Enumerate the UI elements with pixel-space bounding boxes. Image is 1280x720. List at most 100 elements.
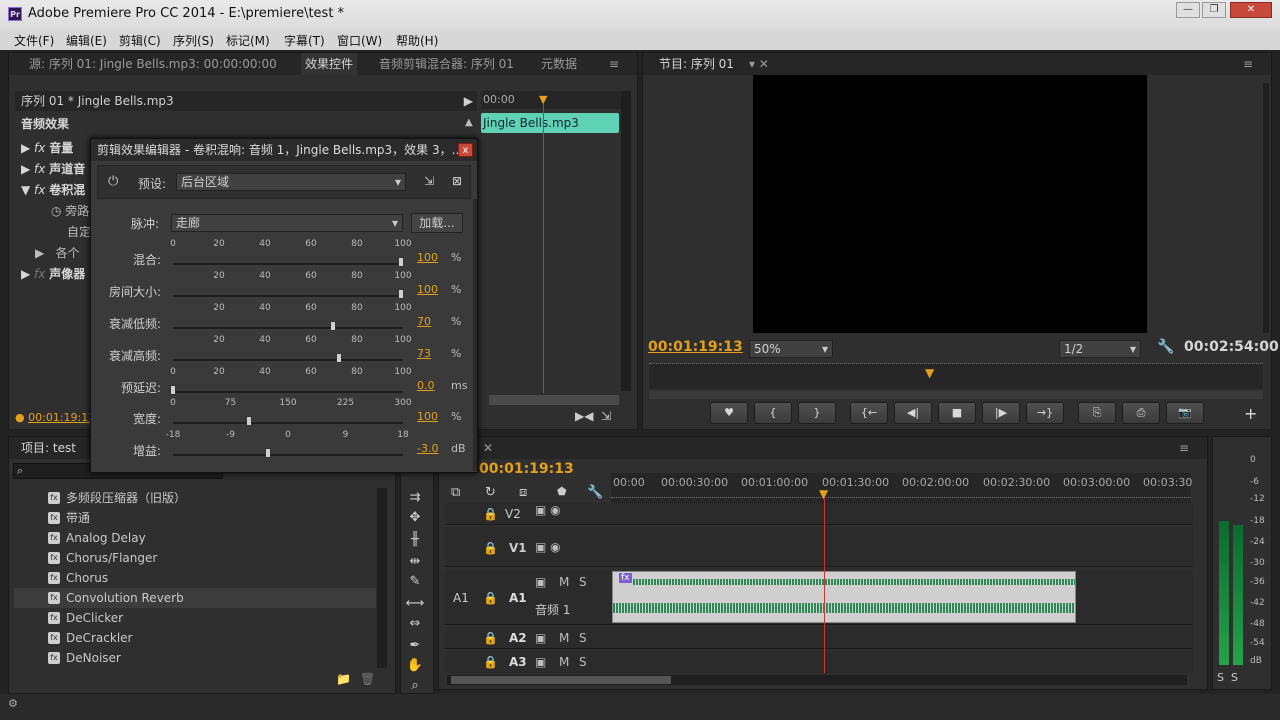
marker-icon[interactable]: ⬟ bbox=[557, 485, 567, 498]
program-playhead-icon[interactable]: ▼ bbox=[925, 366, 934, 380]
tab-audio-clip-mixer[interactable]: 音频剪辑混合器: 序列 01 bbox=[375, 53, 518, 75]
solo-right[interactable]: S bbox=[1231, 671, 1238, 684]
rolling-edit-tool-icon[interactable]: ╫ bbox=[404, 530, 426, 550]
list-item[interactable]: fx Analog Delay bbox=[14, 528, 376, 548]
collapse-icon[interactable]: ▲ bbox=[465, 117, 473, 128]
audio-only-icon[interactable]: ▶◀ bbox=[575, 409, 593, 423]
zoom-tool-icon[interactable]: ⌕ bbox=[404, 676, 426, 696]
dialog-title[interactable]: 剪辑效果编辑器 - 卷积混响: 音频 1，Jingle Bells.mp3，效果… bbox=[91, 139, 477, 161]
pre-delay-value[interactable]: 0.0 bbox=[417, 379, 435, 392]
solo-button[interactable]: S bbox=[579, 575, 587, 589]
mute-button[interactable]: M bbox=[559, 655, 569, 669]
lock-icon[interactable]: 🔒 bbox=[483, 591, 498, 605]
room-size-track[interactable] bbox=[173, 295, 403, 297]
room-size-thumb[interactable] bbox=[398, 289, 404, 299]
program-menu-icon[interactable]: ≡ bbox=[1239, 53, 1257, 75]
source-patch-a1[interactable]: A1 bbox=[453, 591, 469, 605]
menu-title[interactable]: 字幕(T) bbox=[284, 32, 325, 49]
mix-value[interactable]: 100 bbox=[417, 251, 438, 264]
gain-value[interactable]: -3.0 bbox=[417, 442, 438, 455]
preset-select[interactable]: 后台区域 bbox=[176, 173, 406, 191]
damping-hf-track[interactable] bbox=[173, 359, 403, 361]
play-triangle-icon[interactable]: ▶ bbox=[464, 91, 473, 111]
menu-edit[interactable]: 编辑(E) bbox=[66, 32, 107, 49]
razor-tool-icon[interactable]: ✎ bbox=[404, 572, 426, 592]
lock-icon[interactable]: 🔒 bbox=[483, 655, 498, 669]
trash-icon[interactable]: 🗑 bbox=[360, 672, 375, 686]
menu-sequence[interactable]: 序列(S) bbox=[173, 32, 214, 49]
list-item[interactable]: fx 多频段压缩器（旧版） bbox=[14, 488, 376, 508]
delete-preset-icon[interactable]: ⊠ bbox=[452, 174, 462, 188]
effect-item-volume[interactable]: ▶ fx 音量 bbox=[21, 139, 101, 160]
pen-tool-icon[interactable]: ✒ bbox=[404, 636, 426, 656]
lift-button[interactable]: ⎘ bbox=[1078, 402, 1116, 424]
solo-button[interactable]: S bbox=[579, 631, 587, 645]
program-dropdown-icon[interactable]: ▾ ✕ bbox=[745, 53, 773, 75]
list-item[interactable]: fx DeClicker bbox=[14, 608, 376, 628]
tab-metadata[interactable]: 元数据 bbox=[537, 53, 581, 75]
lock-icon[interactable]: 🔒 bbox=[483, 631, 498, 645]
tab-program[interactable]: 节目: 序列 01 bbox=[655, 53, 738, 75]
impulse-select[interactable]: 走廊 bbox=[171, 214, 403, 232]
film-icon[interactable]: ▣ bbox=[535, 575, 546, 589]
list-item[interactable]: fx Chorus bbox=[14, 568, 376, 588]
rate-stretch-tool-icon[interactable]: ⇹ bbox=[404, 552, 426, 572]
list-item[interactable]: fx DeCrackler bbox=[14, 628, 376, 648]
horizontal-scrollbar[interactable] bbox=[489, 395, 619, 405]
mini-ruler[interactable]: 00:00 ▼ bbox=[481, 91, 621, 109]
mix-thumb[interactable] bbox=[398, 257, 404, 267]
add-button-icon[interactable]: + bbox=[1244, 404, 1257, 423]
menu-clip[interactable]: 剪辑(C) bbox=[119, 32, 161, 49]
tab-project[interactable]: 项目: test bbox=[17, 437, 80, 459]
tab-effect-controls[interactable]: 效果控件 bbox=[301, 53, 358, 75]
snap-icon[interactable]: ⧉ bbox=[451, 485, 460, 500]
width-thumb[interactable] bbox=[245, 416, 252, 426]
program-scrollbar[interactable] bbox=[1263, 83, 1269, 333]
new-bin-icon[interactable]: 📁 bbox=[336, 672, 351, 686]
menu-help[interactable]: 帮助(H) bbox=[396, 32, 438, 49]
video-frame[interactable] bbox=[753, 75, 1147, 333]
hand-tool-icon[interactable]: ✋ bbox=[404, 656, 426, 676]
close-button[interactable]: ✕ bbox=[1230, 2, 1272, 18]
extract-button[interactable]: ⎙ bbox=[1122, 402, 1160, 424]
damping-lf-track[interactable] bbox=[173, 327, 403, 329]
slip-tool-icon[interactable]: ⟷ bbox=[404, 594, 426, 614]
menu-file[interactable]: 文件(F) bbox=[14, 32, 54, 49]
program-timecode[interactable]: 00:01:19:13 bbox=[648, 339, 743, 355]
status-icon[interactable]: ⚙ bbox=[8, 697, 18, 710]
export-frame-button[interactable]: 📷 bbox=[1166, 402, 1204, 424]
zoom-select[interactable]: 50% bbox=[749, 340, 833, 358]
effect-item-panner[interactable]: ▶ fx 声像器 bbox=[21, 265, 101, 286]
audio-clip[interactable]: fx bbox=[612, 571, 1076, 623]
list-item-selected[interactable]: fx Convolution Reverb bbox=[14, 588, 376, 608]
slide-tool-icon[interactable]: ⇔ bbox=[404, 614, 426, 634]
step-back-button[interactable]: ◀| bbox=[894, 402, 932, 424]
mark-out-button[interactable]: } bbox=[798, 402, 836, 424]
maximize-button[interactable]: ❐ bbox=[1202, 2, 1226, 18]
list-item[interactable]: fx DeNoiser bbox=[14, 648, 376, 668]
film-icon[interactable]: ▣ bbox=[535, 631, 546, 645]
timeline-ruler[interactable]: 00:00 00:00:30:00 00:01:00:00 00:01:30:0… bbox=[611, 473, 1192, 503]
timeline-tab-close-icon[interactable]: ✕ bbox=[479, 437, 497, 459]
gain-thumb[interactable] bbox=[265, 448, 272, 458]
minimize-button[interactable]: — bbox=[1176, 2, 1200, 18]
timeline-hscroll[interactable] bbox=[447, 675, 1187, 685]
damping-hf-thumb[interactable] bbox=[336, 353, 343, 363]
link-icon[interactable]: ↻ bbox=[485, 485, 496, 500]
damping-lf-thumb[interactable] bbox=[329, 321, 336, 331]
lock-icon[interactable]: 🔒 bbox=[483, 541, 498, 555]
solo-button[interactable]: S bbox=[579, 655, 587, 669]
effect-bypass[interactable]: ◷ 旁路 bbox=[21, 202, 101, 223]
project-scrollbar[interactable] bbox=[377, 488, 387, 668]
film-icon[interactable]: ▣ ◉ bbox=[535, 503, 561, 517]
export-icon[interactable]: ⇲ bbox=[601, 409, 611, 423]
insert-icon[interactable]: ⧈ bbox=[519, 485, 527, 500]
stop-button[interactable]: ■ bbox=[938, 402, 976, 424]
list-item[interactable]: fx 带通 bbox=[14, 508, 376, 528]
solo-left[interactable]: S bbox=[1217, 671, 1224, 684]
go-to-in-button[interactable]: {← bbox=[850, 402, 888, 424]
clip-bar[interactable]: Jingle Bells.mp3 bbox=[481, 113, 619, 133]
menu-window[interactable]: 窗口(W) bbox=[337, 32, 382, 49]
effect-individual[interactable]: ▶ 各个 bbox=[21, 244, 101, 265]
damping-hf-value[interactable]: 73 bbox=[417, 347, 431, 360]
